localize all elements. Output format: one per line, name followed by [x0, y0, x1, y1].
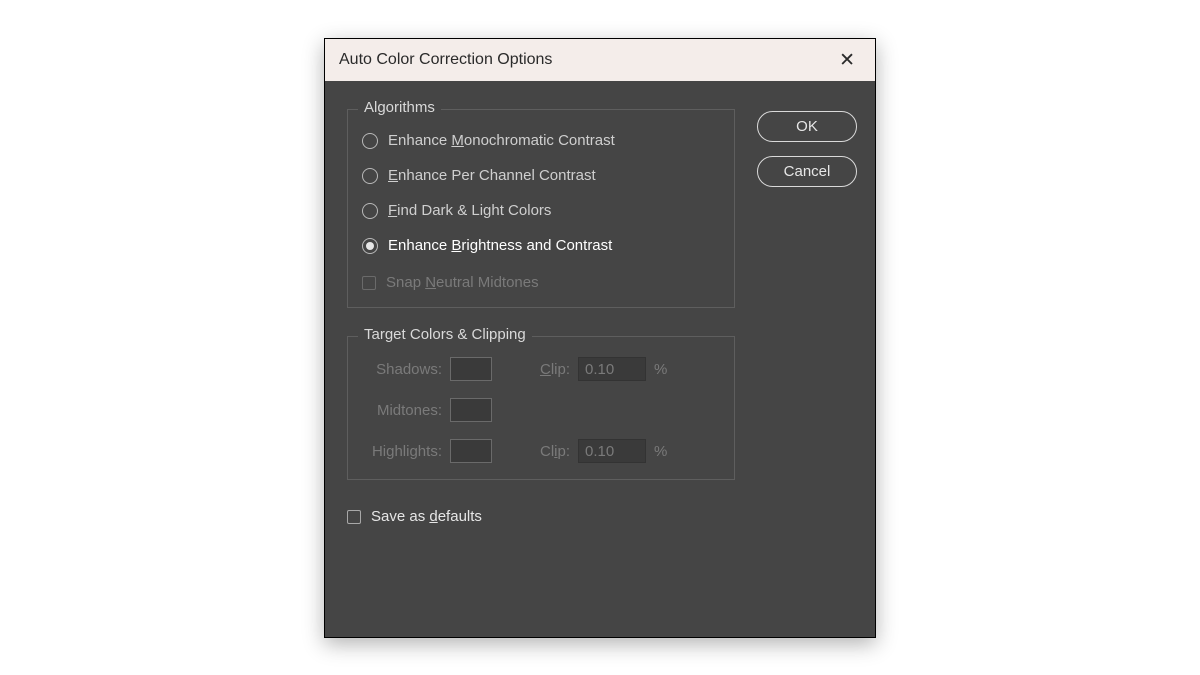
highlights-clip-input [578, 439, 646, 463]
close-icon[interactable]: ✕ [831, 45, 863, 76]
auto-color-correction-dialog: Auto Color Correction Options ✕ Algorith… [324, 38, 876, 638]
checkbox-label: Save as defaults [371, 508, 482, 525]
radio-icon [362, 238, 378, 254]
highlights-row: Highlights: Clip: % [362, 439, 720, 463]
algorithms-fieldset: Algorithms Enhance Monochromatic Contras… [347, 109, 735, 308]
radio-label: Enhance Per Channel Contrast [388, 167, 596, 184]
midtones-swatch [450, 398, 492, 422]
radio-label: Enhance Monochromatic Contrast [388, 132, 615, 149]
radio-icon [362, 133, 378, 149]
checkbox-icon [347, 510, 361, 524]
highlights-label: Highlights: [362, 443, 442, 460]
percent-label: % [654, 443, 667, 460]
target-colors-fieldset: Target Colors & Clipping Shadows: Clip: … [347, 336, 735, 480]
radio-enhance-monochromatic[interactable]: Enhance Monochromatic Contrast [362, 132, 720, 149]
highlights-clip-label: Clip: [540, 443, 570, 460]
midtones-label: Midtones: [362, 402, 442, 419]
radio-enhance-brightness-contrast[interactable]: Enhance Brightness and Contrast [362, 237, 720, 254]
radio-enhance-per-channel[interactable]: Enhance Per Channel Contrast [362, 167, 720, 184]
radio-label: Find Dark & Light Colors [388, 202, 551, 219]
radio-icon [362, 203, 378, 219]
target-grid: Shadows: Clip: % Midtones: Highlights: C… [362, 357, 720, 463]
radio-find-dark-light[interactable]: Find Dark & Light Colors [362, 202, 720, 219]
ok-button[interactable]: OK [757, 111, 857, 142]
dialog-body: Algorithms Enhance Monochromatic Contras… [325, 81, 875, 543]
shadows-row: Shadows: Clip: % [362, 357, 720, 381]
percent-label: % [654, 361, 667, 378]
side-column: OK Cancel [757, 109, 857, 525]
radio-icon [362, 168, 378, 184]
cancel-button[interactable]: Cancel [757, 156, 857, 187]
midtones-row: Midtones: [362, 398, 720, 422]
shadows-swatch [450, 357, 492, 381]
target-colors-legend: Target Colors & Clipping [358, 326, 532, 343]
dialog-title: Auto Color Correction Options [339, 51, 552, 69]
checkbox-label: Snap Neutral Midtones [386, 274, 539, 291]
checkbox-snap-neutral-midtones: Snap Neutral Midtones [362, 274, 720, 291]
shadows-clip-input [578, 357, 646, 381]
algorithms-legend: Algorithms [358, 99, 441, 116]
radio-label: Enhance Brightness and Contrast [388, 237, 612, 254]
checkbox-icon [362, 276, 376, 290]
highlights-swatch [450, 439, 492, 463]
dialog-titlebar: Auto Color Correction Options ✕ [325, 39, 875, 81]
main-column: Algorithms Enhance Monochromatic Contras… [347, 109, 735, 525]
shadows-clip-label: Clip: [540, 361, 570, 378]
shadows-label: Shadows: [362, 361, 442, 378]
checkbox-save-as-defaults[interactable]: Save as defaults [347, 508, 735, 525]
